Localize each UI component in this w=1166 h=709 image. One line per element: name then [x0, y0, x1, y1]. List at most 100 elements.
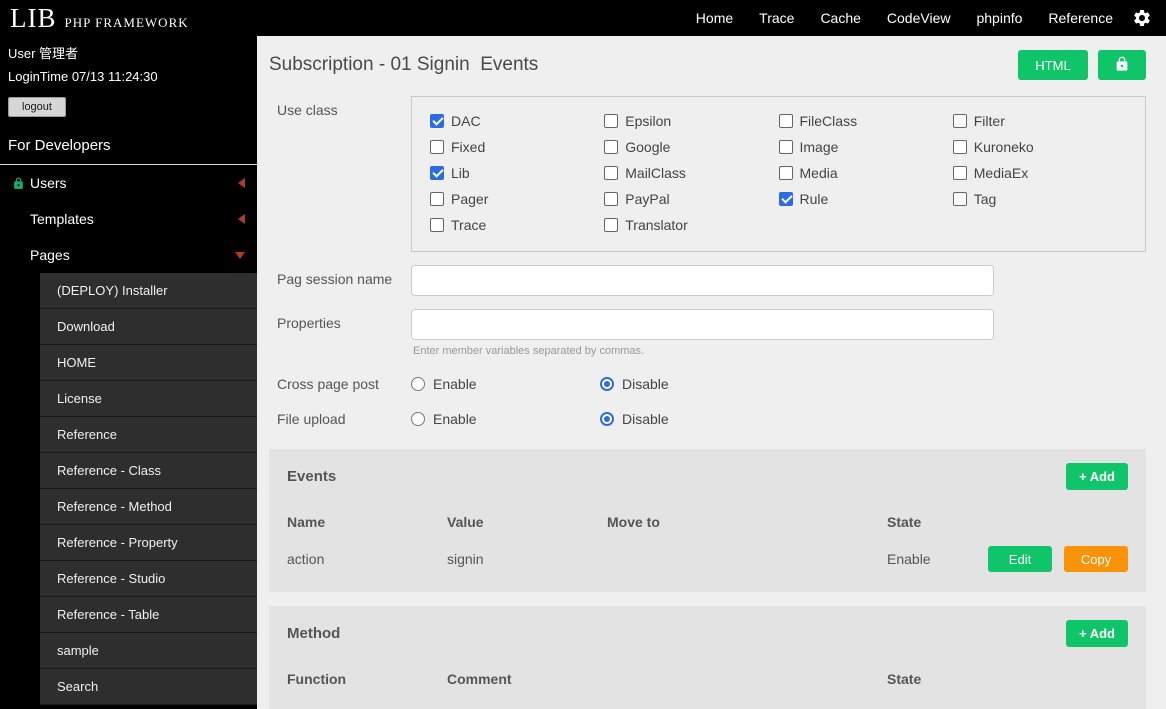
table-row: action signin Enable Edit Copy: [287, 546, 1128, 572]
logo-text: LIB: [10, 2, 57, 33]
chevron-left-icon: [238, 178, 245, 188]
checkbox-label: Lib: [451, 165, 470, 181]
lock-icon: [12, 177, 30, 190]
checkbox-fixed[interactable]: Fixed: [430, 134, 604, 160]
checkbox-box: [430, 218, 444, 232]
method-title: Method: [287, 625, 341, 642]
checkbox-label: MediaEx: [973, 165, 1029, 181]
pag-session-name-label: Pag session name: [277, 271, 393, 287]
checkbox-mediaex[interactable]: MediaEx: [952, 160, 1127, 186]
login-time: LoginTime 07/13 11:24:30: [8, 69, 158, 84]
properties-input[interactable]: [411, 309, 994, 340]
checkbox-epsilon[interactable]: Epsilon: [604, 108, 778, 134]
checkbox-box: [778, 166, 793, 180]
events-panel: Events + Add Name Value Move to State actio…: [269, 449, 1146, 592]
method-table-header: Function Comment State: [287, 671, 1128, 687]
checkbox-box: [604, 166, 619, 180]
use-class-box: DAC Fixed Lib Pager Trace Epsilon Google MailCl…: [411, 96, 1146, 252]
sidebar-section-title: For Developers: [0, 121, 257, 165]
checkbox-mailclass[interactable]: MailClass: [604, 160, 778, 186]
cross-page-post-radios: Enable Disable: [411, 370, 789, 392]
checkbox-image[interactable]: Image: [778, 134, 953, 160]
checkbox-translator[interactable]: Translator: [604, 212, 778, 238]
lock-icon: [1114, 56, 1130, 75]
copy-button[interactable]: Copy: [1064, 546, 1128, 572]
sidebar-item-templates[interactable]: Templates: [0, 201, 257, 237]
method-panel: Method + Add Function Comment State: [269, 606, 1146, 709]
file-upload-radios: Enable Disable: [411, 405, 789, 427]
settings-gear-icon[interactable]: [1126, 8, 1166, 28]
lock-button[interactable]: [1098, 50, 1146, 80]
events-table-header: Name Value Move to State: [287, 514, 1128, 530]
file-upload-label: File upload: [277, 411, 346, 427]
pag-session-name-input[interactable]: [411, 265, 994, 296]
top-nav-cache[interactable]: Cache: [807, 0, 873, 36]
checkbox-paypal[interactable]: PayPal: [604, 186, 778, 212]
sidebar-page-reference-method[interactable]: Reference - Method: [40, 489, 257, 525]
method-add-button[interactable]: + Add: [1066, 620, 1128, 647]
checkbox-label: Pager: [451, 191, 489, 207]
sidebar-page-download[interactable]: Download: [40, 309, 257, 345]
sidebar-item-label: Pages: [30, 247, 70, 263]
radio-cross-page-post-enable[interactable]: Enable: [411, 376, 600, 392]
logo-subtitle: PHP FRAMEWORK: [64, 14, 189, 30]
html-button[interactable]: HTML: [1018, 50, 1088, 80]
app-logo[interactable]: LIB PHP FRAMEWORK: [0, 2, 189, 33]
sidebar-item-users[interactable]: Users: [0, 165, 257, 201]
sidebar-page-sample[interactable]: sample: [40, 633, 257, 669]
radio-file-upload-enable[interactable]: Enable: [411, 411, 600, 427]
checkbox-label: PayPal: [625, 191, 670, 207]
checkbox-label: Tag: [973, 191, 997, 207]
sidebar-item-pages[interactable]: Pages: [0, 237, 257, 273]
sidebar-page-home[interactable]: HOME: [40, 345, 257, 381]
checkbox-media[interactable]: Media: [778, 160, 953, 186]
column-header: Value: [447, 514, 484, 530]
top-nav-codeview[interactable]: CodeView: [874, 0, 964, 36]
subscription-form: Use class DAC Fixed Lib Pager Trace Epsilon Go…: [269, 96, 1146, 427]
top-nav-home[interactable]: Home: [683, 0, 746, 36]
checkbox-pager[interactable]: Pager: [430, 186, 604, 212]
sidebar-page-reference-studio[interactable]: Reference - Studio: [40, 561, 257, 597]
column-header: State: [887, 514, 922, 530]
checkbox-lib[interactable]: Lib: [430, 160, 604, 186]
top-nav-reference[interactable]: Reference: [1035, 0, 1126, 36]
logout-button[interactable]: logout: [8, 97, 66, 117]
checkbox-trace[interactable]: Trace: [430, 212, 604, 238]
cell-name: action: [287, 551, 325, 567]
radio-label: Disable: [622, 375, 669, 392]
radio-circle: [411, 376, 425, 391]
events-add-button[interactable]: + Add: [1066, 463, 1128, 490]
sidebar-page-reference-table[interactable]: Reference - Table: [40, 597, 257, 633]
radio-file-upload-disable[interactable]: Disable: [600, 411, 789, 427]
checkbox-google[interactable]: Google: [604, 134, 778, 160]
checkbox-dac[interactable]: DAC: [430, 108, 604, 134]
cross-page-post-label: Cross page post: [277, 376, 379, 392]
sidebar-page-reference-class[interactable]: Reference - Class: [40, 453, 257, 489]
properties-label: Properties: [277, 315, 341, 331]
sidebar-page-search[interactable]: Search: [40, 669, 257, 705]
sidebar-page-deploy-installer[interactable]: (DEPLOY) Installer: [40, 273, 257, 309]
top-nav-trace[interactable]: Trace: [746, 0, 807, 36]
checkbox-tag[interactable]: Tag: [952, 186, 1127, 212]
checkbox-label: DAC: [451, 113, 481, 129]
sidebar-page-reference-property[interactable]: Reference - Property: [40, 525, 257, 561]
top-nav-phpinfo[interactable]: phpinfo: [963, 0, 1035, 36]
checkbox-label: Kuroneko: [973, 139, 1034, 155]
checkbox-rule[interactable]: Rule: [778, 186, 953, 212]
radio-circle: [600, 376, 614, 391]
checkbox-box: [952, 140, 967, 154]
checkbox-box: [778, 114, 793, 128]
checkbox-filter[interactable]: Filter: [952, 108, 1127, 134]
sidebar-page-license[interactable]: License: [40, 381, 257, 417]
edit-button[interactable]: Edit: [988, 546, 1052, 572]
checkbox-label: FileClass: [799, 113, 858, 129]
checkbox-fileclass[interactable]: FileClass: [778, 108, 953, 134]
column-header: Comment: [447, 671, 512, 687]
checkbox-kuroneko[interactable]: Kuroneko: [952, 134, 1127, 160]
cell-state: Enable: [887, 551, 931, 567]
use-class-label: Use class: [277, 102, 338, 118]
radio-cross-page-post-disable[interactable]: Disable: [600, 376, 789, 392]
user-label: User 管理者: [8, 46, 79, 61]
sidebar-page-reference[interactable]: Reference: [40, 417, 257, 453]
checkbox-box: [604, 192, 619, 206]
